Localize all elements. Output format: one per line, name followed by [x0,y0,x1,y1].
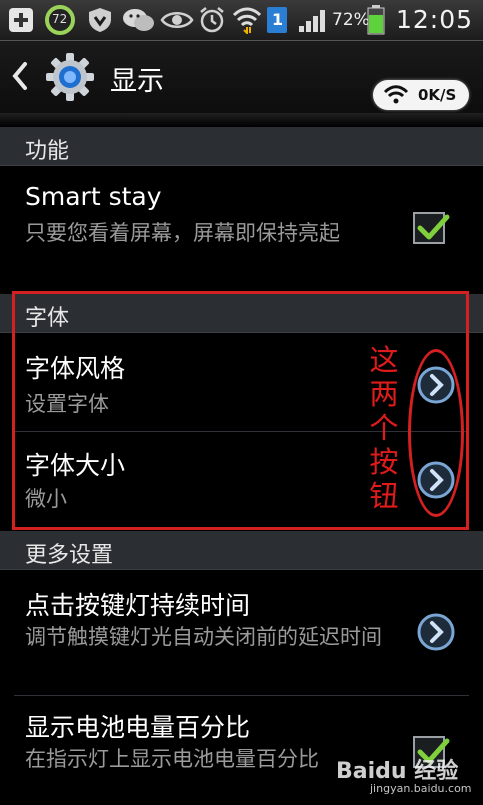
setting-row-key-light[interactable]: 点击按键灯持续时间 调节触摸键灯光自动关闭前的延迟时间 [0,570,483,695]
eye-icon [160,6,194,34]
chevron-right-icon [417,461,455,499]
action-bar-shadow [0,113,483,127]
sim-badge-text: 1 [272,10,284,29]
wifi-signal-icon [232,6,262,34]
setting-summary: 微小 [25,487,67,511]
action-bar: 显示 0K/S [0,41,483,113]
status-bar: 72 1 72% 12:05 [0,0,483,41]
shield-icon [86,6,114,34]
setting-summary: 设置字体 [25,392,109,416]
setting-summary: 调节触摸键灯光自动关闭前的延迟时间 [25,625,382,649]
section-header-font: 字体 [0,294,483,333]
sim-card-icon: 1 [266,6,288,34]
annotation-char: 这 [369,343,399,377]
annotation-char: 两 [369,377,399,411]
notification-counter-icon: 72 [44,5,76,35]
annotation-char: 个 [369,411,399,445]
network-speed-text: 0K/S [418,86,457,104]
smart-stay-checkbox[interactable] [413,212,450,244]
font-size-arrow-button[interactable] [416,460,456,500]
setting-row-smart-stay[interactable]: Smart stay 只要您看着屏幕，屏幕即保持亮起 [0,166,483,288]
annotation-text: 这 两 个 按 钮 [367,343,401,513]
baidu-watermark-url: jingyan.baidu.com [370,782,472,795]
alarm-clock-icon [198,6,226,34]
setting-title: 字体风格 [25,354,126,383]
baidu-watermark-logo: Baidu 经验 [336,759,459,784]
setting-summary: 只要您看着屏幕，屏幕即保持亮起 [25,221,340,245]
wechat-icon [122,6,156,34]
font-style-arrow-button[interactable] [416,365,456,405]
section-header-label: 功能 [25,139,70,164]
key-light-arrow-button[interactable] [416,612,456,652]
clock-time: 12:05 [396,5,474,34]
battery-icon [366,5,386,35]
section-header-label: 更多设置 [25,543,114,568]
setting-row-font-style[interactable]: 字体风格 设置字体 [0,333,483,430]
wifi-icon [383,85,409,109]
chevron-right-icon [417,613,455,651]
back-chevron-icon[interactable] [10,61,30,95]
battery-percent-text: 72% [332,10,370,30]
setting-title: Smart stay [25,182,162,211]
section-header-features: 功能 [0,127,483,166]
annotation-char: 按 [369,445,399,479]
chevron-right-icon [417,366,455,404]
cell-signal-icon [296,6,330,34]
add-icon [6,6,36,34]
network-speed-widget: 0K/S [373,80,469,110]
setting-title: 显示电池电量百分比 [25,713,251,742]
annotation-char: 钮 [369,479,399,513]
section-header-label: 字体 [25,306,70,331]
section-header-more: 更多设置 [0,531,483,570]
setting-row-font-size[interactable]: 字体大小 微小 [0,432,483,528]
checkmark-icon [417,214,450,240]
settings-gear-icon[interactable] [44,51,96,107]
page-title: 显示 [110,66,164,97]
setting-title: 字体大小 [25,451,126,480]
notification-badge-text: 72 [52,12,68,26]
setting-title: 点击按键灯持续时间 [25,591,251,620]
